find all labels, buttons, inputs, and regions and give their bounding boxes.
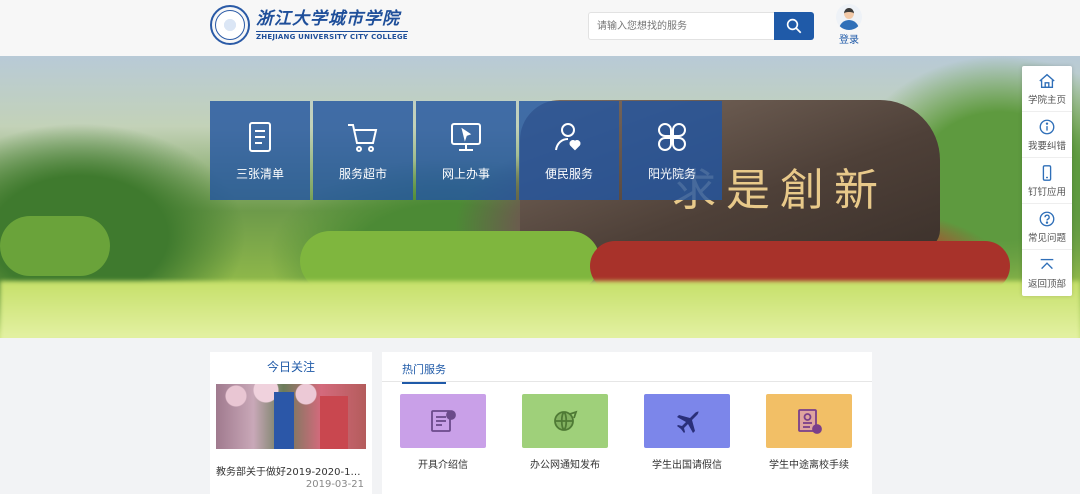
hot-services-panel: 热门服务 开具介绍信 办公网通知发布 学生出国请假信 学生中途离校手续 (382, 352, 872, 494)
document-badge-icon (798, 409, 822, 434)
banner-hedge-left (0, 216, 110, 276)
service-intro-letter[interactable]: 开具介绍信 (400, 394, 486, 471)
sidebar-label: 钉钉应用 (1027, 186, 1066, 198)
tile-online-affairs[interactable]: 网上办事 (416, 101, 516, 200)
news-photo[interactable] (216, 384, 366, 449)
shopping-cart-icon (348, 124, 378, 152)
sidebar-item-dingtalk[interactable]: 钉钉应用 (1022, 158, 1072, 204)
quick-tiles: 三张清单 服务超市 网上办事 便民服务 阳光院务 (210, 101, 722, 200)
service-icon-box (644, 394, 730, 448)
certificate-icon (431, 410, 456, 432)
tile-service-market[interactable]: 服务超市 (313, 101, 413, 200)
service-label: 开具介绍信 (418, 460, 468, 471)
home-icon (1039, 73, 1055, 88)
login-label: 登录 (839, 35, 859, 46)
service-office-notice[interactable]: 办公网通知发布 (522, 394, 608, 471)
search-icon (786, 18, 802, 34)
tile-label: 网上办事 (441, 167, 490, 181)
tab-hot-services[interactable]: 热门服务 (402, 361, 446, 384)
monitor-icon (451, 123, 481, 151)
four-leaf-icon (658, 123, 686, 151)
search-input[interactable] (588, 12, 774, 40)
photo-blue-banner (274, 392, 294, 449)
info-icon (1039, 119, 1055, 134)
sidebar-label: 常见问题 (1027, 232, 1066, 244)
tile-label: 三张清单 (235, 167, 284, 181)
college-seal-icon (210, 5, 250, 45)
phone-icon (1042, 164, 1052, 181)
news-title-link[interactable]: 教务部关于做好2019-2020-1学... (216, 463, 368, 478)
tile-label: 服务超市 (338, 167, 387, 181)
header: 浙江大学城市学院 ZHEJIANG UNIVERSITY CITY COLLEG… (0, 0, 1080, 56)
logo-english-name: ZHEJIANG UNIVERSITY CITY COLLEGE (256, 31, 408, 41)
checklist-icon (249, 122, 271, 152)
sidebar-label: 我要纠错 (1027, 140, 1066, 152)
service-icon-box (400, 394, 486, 448)
service-study-abroad-leave[interactable]: 学生出国请假信 (644, 394, 730, 471)
tile-label: 阳光院务 (647, 167, 696, 181)
service-label: 办公网通知发布 (530, 460, 600, 471)
college-logo[interactable]: 浙江大学城市学院 ZHEJIANG UNIVERSITY CITY COLLEG… (210, 5, 408, 45)
sidebar-item-faq[interactable]: 常见问题 (1022, 204, 1072, 250)
search-bar (588, 12, 814, 40)
floating-sidebar: 学院主页 我要纠错 钉钉应用 常见问题 返回顶部 (1022, 66, 1072, 296)
news-date: 2019-03-21 (305, 479, 364, 490)
search-button[interactable] (774, 12, 814, 40)
airplane-icon (677, 411, 699, 433)
service-label: 学生中途离校手续 (769, 460, 849, 471)
tile-sunshine-affairs[interactable]: 阳光院务 (622, 101, 722, 200)
today-focus-panel: 今日关注 教务部关于做好2019-2020-1学... 2019-03-21 (210, 352, 372, 494)
globe-send-icon (554, 410, 578, 431)
service-icon-box (766, 394, 852, 448)
sidebar-item-report-error[interactable]: 我要纠错 (1022, 112, 1072, 158)
sidebar-label: 返回顶部 (1027, 279, 1066, 290)
logo-chinese-name: 浙江大学城市学院 (256, 9, 400, 29)
sidebar-label: 学院主页 (1027, 94, 1066, 106)
tile-convenience-service[interactable]: 便民服务 (519, 101, 619, 200)
sidebar-item-back-to-top[interactable]: 返回顶部 (1022, 250, 1072, 296)
banner: 求是創新 三张清单 服务超市 网上办事 便民服务 阳光院务 (0, 56, 1080, 338)
sidebar-item-home[interactable]: 学院主页 (1022, 66, 1072, 112)
tile-three-lists[interactable]: 三张清单 (210, 101, 310, 200)
tile-label: 便民服务 (544, 167, 593, 181)
avatar (836, 4, 862, 30)
hot-services-tabbar: 热门服务 (382, 352, 872, 384)
today-focus-title: 今日关注 (266, 360, 315, 374)
service-leave-school[interactable]: 学生中途离校手续 (766, 394, 852, 471)
login-button[interactable]: 登录 (834, 4, 864, 46)
question-icon (1039, 211, 1055, 226)
photo-red-banner (320, 396, 348, 449)
back-to-top-icon (1040, 258, 1054, 270)
logo-text: 浙江大学城市学院 ZHEJIANG UNIVERSITY CITY COLLEG… (256, 9, 408, 41)
service-label: 学生出国请假信 (652, 460, 722, 471)
user-heart-icon (555, 123, 581, 151)
service-icon-box (522, 394, 608, 448)
banner-foreground (0, 281, 1080, 338)
